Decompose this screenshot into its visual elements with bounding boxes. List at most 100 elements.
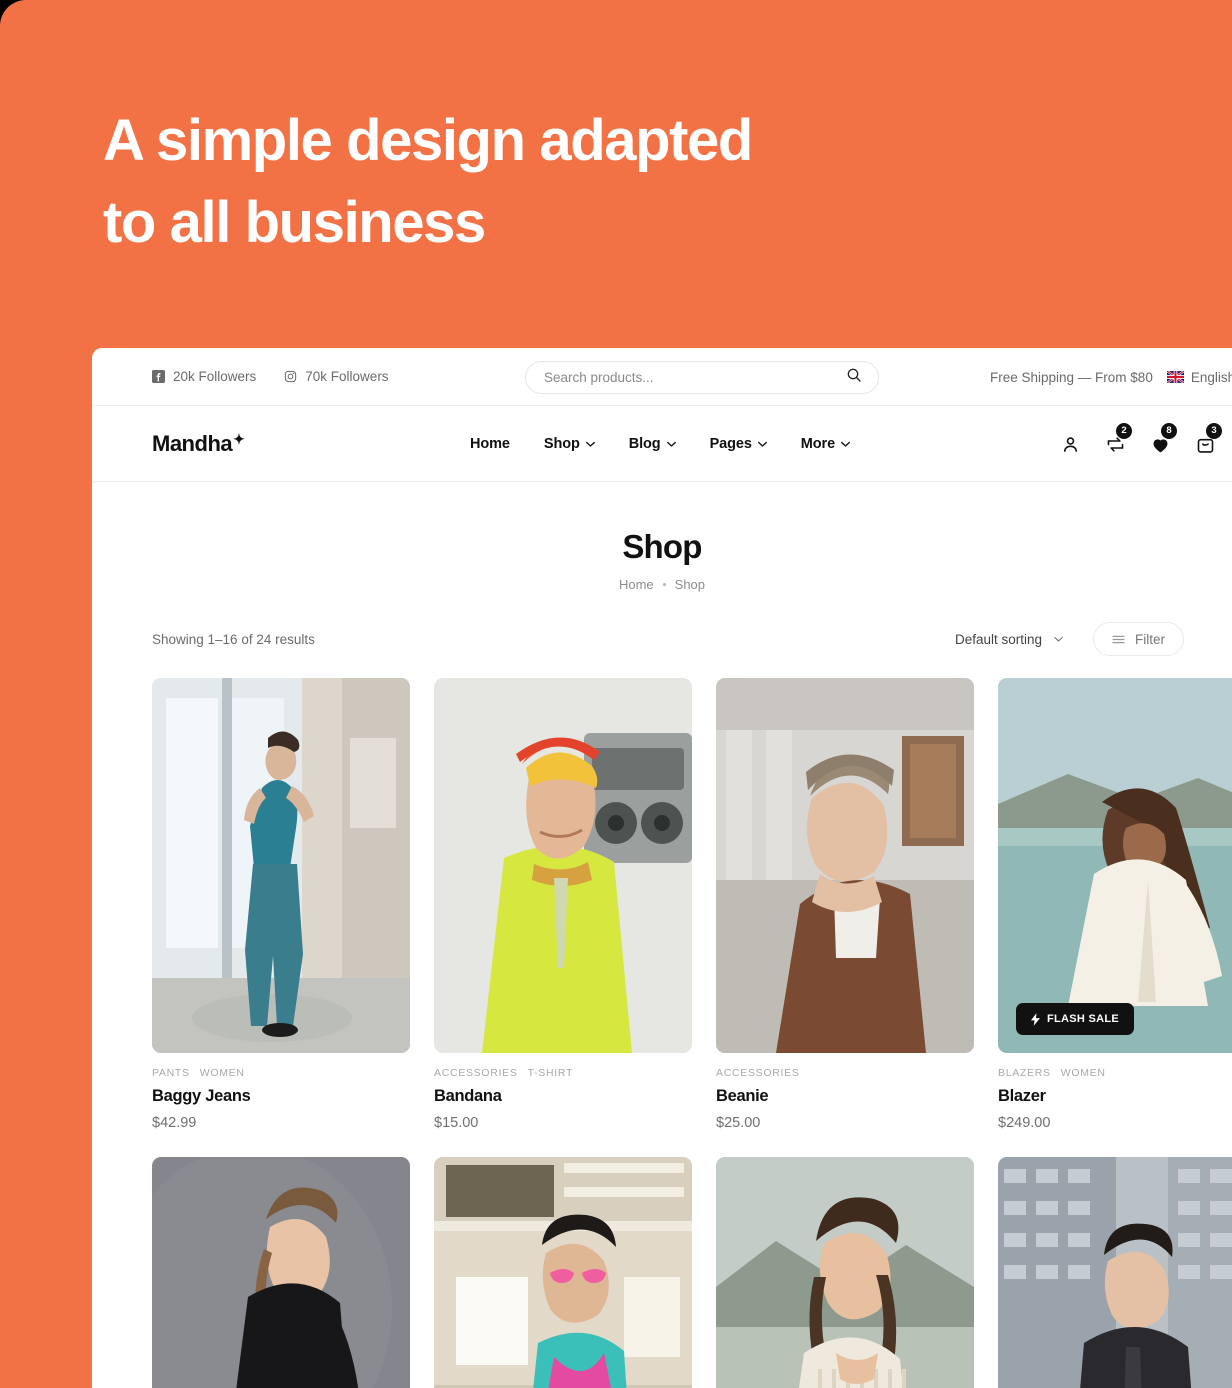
cart-bag-icon[interactable]: 3 — [1195, 422, 1222, 455]
product-image[interactable] — [998, 1157, 1232, 1388]
lightning-bolt-icon — [1031, 1012, 1040, 1026]
product-image[interactable] — [716, 1157, 974, 1388]
product-category[interactable]: T-Shirt — [528, 1067, 574, 1079]
product-card[interactable]: Flash Sale Blazers Women Blazer $249.00 — [998, 678, 1232, 1131]
product-price: $25.00 — [716, 1115, 761, 1131]
main-navbar: Mandha ✦ Home Shop Blog Pages More 2 8 3 — [92, 406, 1232, 482]
product-category[interactable]: Women — [200, 1067, 245, 1079]
product-card[interactable]: Accessories Beanie $25.00 — [716, 678, 974, 1131]
product-image[interactable] — [152, 678, 410, 1053]
screenshot-root: A simple design adapted to all business … — [0, 0, 1232, 1388]
product-categories: Accessories T-Shirt — [434, 1067, 692, 1079]
product-name[interactable]: Bandana — [434, 1087, 692, 1106]
results-count: Showing 1–16 of 24 results — [152, 631, 315, 647]
nav-item-blog[interactable]: Blog — [629, 436, 676, 452]
product-categories: Accessories — [716, 1067, 974, 1079]
nav-item-pages-label: Pages — [709, 436, 752, 452]
language-selector[interactable]: English — [1166, 369, 1232, 385]
page-title: Shop — [622, 528, 702, 565]
filter-lines-icon — [1112, 635, 1125, 644]
filter-button[interactable]: Filter — [1093, 622, 1184, 656]
product-card[interactable]: Pants Women Baggy Jeans $42.99 — [152, 678, 410, 1131]
utility-topbar: 20k Followers 70k Followers Free Shippin… — [92, 348, 1232, 406]
sorting-label: Default sorting — [954, 631, 1042, 647]
uk-flag-icon — [1166, 371, 1184, 383]
logo-text: Mandha — [152, 430, 233, 456]
nav-item-blog-label: Blog — [628, 436, 661, 452]
primary-menu: Home Shop Blog Pages More — [470, 406, 850, 482]
instagram-followers-label: 70k Followers — [305, 369, 389, 384]
facebook-icon — [152, 370, 165, 383]
product-image[interactable] — [434, 1157, 692, 1388]
instagram-icon — [284, 370, 297, 383]
instagram-followers-link[interactable]: 70k Followers — [284, 369, 389, 384]
cart-badge: 3 — [1206, 422, 1222, 439]
shipping-notice: Free Shipping — From $80 — [990, 369, 1153, 385]
nav-icon-group: 2 8 3 — [1060, 406, 1232, 482]
product-image[interactable] — [152, 1157, 410, 1388]
product-name[interactable]: Beanie — [716, 1087, 974, 1106]
search-input[interactable] — [544, 370, 846, 385]
nav-item-more-label: More — [800, 436, 836, 452]
product-grid: Pants Women Baggy Jeans $42.99 — [92, 678, 1232, 1388]
product-category[interactable]: Women — [1061, 1067, 1106, 1079]
product-image[interactable]: Flash Sale — [998, 678, 1232, 1053]
product-categories: Pants Women — [152, 1067, 410, 1079]
breadcrumb-home[interactable]: Home — [619, 577, 654, 592]
chevron-down-icon — [757, 441, 767, 447]
product-image[interactable] — [434, 678, 692, 1053]
product-image[interactable] — [716, 678, 974, 1053]
search-icon[interactable] — [846, 367, 862, 388]
product-categories: Blazers Women — [998, 1067, 1232, 1079]
breadcrumb-shop: Shop — [674, 577, 706, 592]
wishlist-heart-icon[interactable]: 8 — [1150, 422, 1177, 455]
site-logo[interactable]: Mandha ✦ — [152, 430, 245, 456]
hero-headline: A simple design adapted to all business — [103, 100, 1003, 264]
sorting-dropdown[interactable]: Default sorting — [955, 632, 1063, 647]
nav-item-pages[interactable]: Pages — [710, 436, 767, 452]
chevron-down-icon — [841, 441, 850, 447]
product-category[interactable]: Accessories — [434, 1067, 518, 1079]
nav-item-shop-label: Shop — [543, 436, 580, 452]
product-price: $249.00 — [998, 1115, 1051, 1131]
product-name[interactable]: Baggy Jeans — [152, 1087, 410, 1106]
shop-toolbar: Showing 1–16 of 24 results Default sorti… — [92, 622, 1232, 656]
hero-line-2: to all business — [103, 190, 486, 255]
breadcrumb: Home Shop — [92, 577, 1232, 592]
product-category[interactable]: Accessories — [716, 1067, 800, 1079]
product-card[interactable] — [998, 1157, 1232, 1388]
chevron-down-icon — [666, 441, 676, 447]
shop-toolbar-controls: Default sorting Filter — [955, 622, 1184, 656]
chevron-down-icon — [585, 441, 595, 447]
product-card[interactable] — [434, 1157, 692, 1388]
breadcrumb-separator-icon — [662, 583, 666, 586]
topbar-right-group: Free Shipping — From $80 English — [990, 348, 1232, 406]
chevron-down-icon — [1054, 636, 1063, 642]
flash-sale-label: Flash Sale — [1047, 1013, 1120, 1025]
account-icon[interactable] — [1060, 434, 1081, 455]
nav-item-home-label: Home — [470, 436, 510, 452]
product-card[interactable] — [152, 1157, 410, 1388]
language-label: English — [1190, 369, 1232, 385]
compare-icon[interactable]: 2 — [1105, 422, 1132, 455]
facebook-followers-label: 20k Followers — [173, 369, 257, 384]
compare-badge: 2 — [1116, 422, 1132, 439]
search-box[interactable] — [525, 361, 879, 394]
page-heading-block: Shop Home Shop — [92, 482, 1232, 592]
filter-label: Filter — [1135, 631, 1165, 647]
website-preview-panel: 20k Followers 70k Followers Free Shippin… — [92, 348, 1232, 1388]
nav-item-home[interactable]: Home — [470, 436, 510, 452]
wishlist-badge: 8 — [1161, 422, 1177, 439]
hero-line-1: A simple design adapted — [103, 108, 753, 173]
product-price: $42.99 — [152, 1115, 197, 1131]
product-card[interactable] — [716, 1157, 974, 1388]
nav-item-more[interactable]: More — [801, 436, 850, 452]
product-name[interactable]: Blazer — [998, 1087, 1232, 1106]
product-category[interactable]: Blazers — [998, 1067, 1051, 1079]
product-card[interactable]: Accessories T-Shirt Bandana $15.00 — [434, 678, 692, 1131]
product-category[interactable]: Pants — [152, 1067, 190, 1079]
social-links: 20k Followers 70k Followers — [152, 369, 389, 384]
nav-item-shop[interactable]: Shop — [544, 436, 595, 452]
facebook-followers-link[interactable]: 20k Followers — [152, 369, 256, 384]
product-price: $15.00 — [434, 1115, 479, 1131]
